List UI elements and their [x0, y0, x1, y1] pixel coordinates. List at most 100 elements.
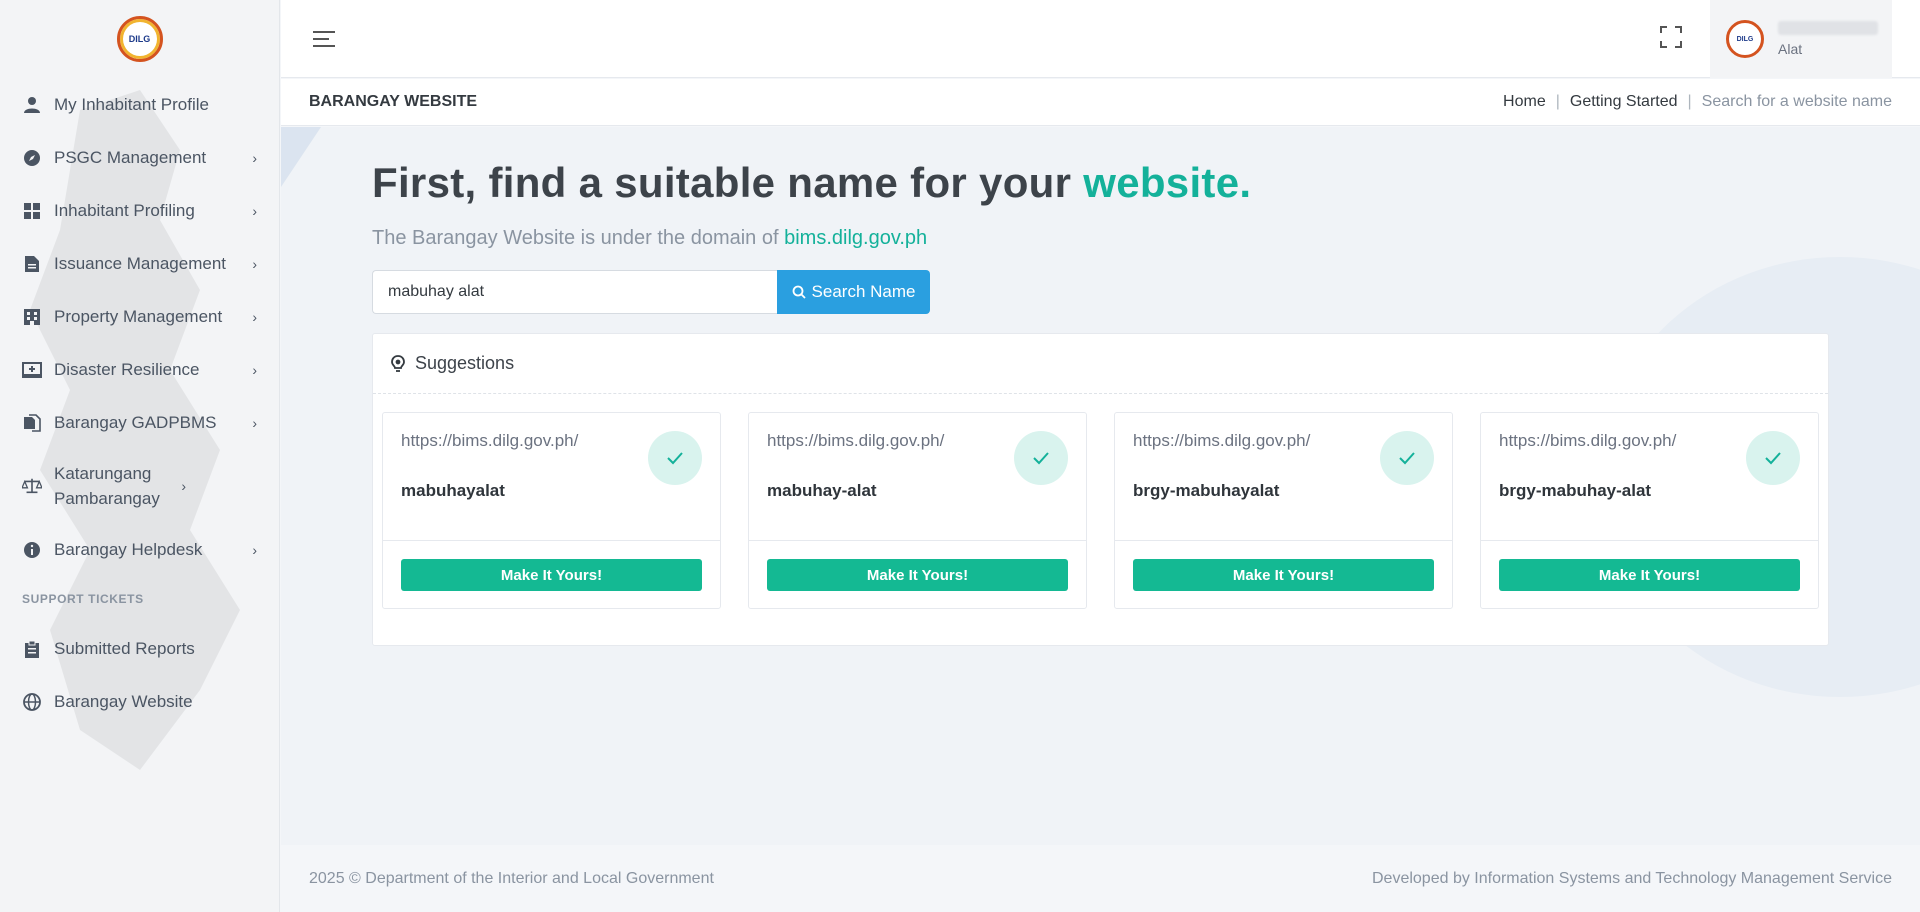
content-area: First, find a suitable name for your web… — [372, 159, 1837, 646]
sidebar-item-disaster-resilience[interactable]: Disaster Resilience › — [0, 343, 279, 396]
breadcrumb-getting-started[interactable]: Getting Started — [1570, 93, 1678, 111]
suggestion-cards: https://bims.dilg.gov.ph/ mabuhayalat Ma… — [373, 394, 1828, 609]
suggestions-panel: Suggestions https://bims.dilg.gov.ph/ ma… — [372, 333, 1829, 646]
search-name-button[interactable]: Search Name — [777, 270, 930, 314]
sidebar-item-inhabitant-profiling[interactable]: Inhabitant Profiling › — [0, 184, 279, 237]
footer: 2025 © Department of the Interior and Lo… — [281, 845, 1920, 912]
sidebar-item-katarungang-pambarangay[interactable]: Katarungang Pambarangay › — [0, 449, 279, 523]
hero-subtitle-text: The Barangay Website is under the domain… — [372, 227, 785, 249]
card-body: https://bims.dilg.gov.ph/ mabuhay-alat — [749, 413, 1086, 541]
corner-decoration — [281, 127, 321, 187]
card-footer: Make It Yours! — [749, 541, 1086, 609]
card-body: https://bims.dilg.gov.ph/ brgy-mabuhayal… — [1115, 413, 1452, 541]
breadcrumb: Home | Getting Started | Search for a we… — [1503, 93, 1892, 111]
document-icon — [22, 254, 42, 274]
card-body: https://bims.dilg.gov.ph/ brgy-mabuhay-a… — [1481, 413, 1818, 541]
avatar-text: DILG — [1736, 35, 1754, 43]
chevron-right-icon: › — [252, 308, 257, 325]
chevron-right-icon: › — [252, 361, 257, 378]
user-subtitle: Alat — [1778, 41, 1803, 57]
sidebar-item-label: Barangay Website — [54, 692, 193, 711]
search-row: Search Name — [372, 270, 1837, 314]
scale-icon — [22, 476, 42, 496]
compass-icon — [22, 148, 42, 168]
hero-title-main: First, find a suitable name for your — [372, 159, 1084, 206]
sidebar-item-barangay-helpdesk[interactable]: Barangay Helpdesk › — [0, 523, 279, 576]
info-icon — [22, 540, 42, 560]
topbar: DILG Alat — [281, 0, 1920, 78]
user-meta: Alat — [1778, 21, 1878, 57]
breadcrumb-current: Search for a website name — [1701, 93, 1892, 110]
sidebar-item-label: Disaster Resilience — [54, 360, 200, 379]
suggestion-card: https://bims.dilg.gov.ph/ brgy-mabuhay-a… — [1480, 412, 1819, 609]
main-content: First, find a suitable name for your web… — [281, 127, 1920, 845]
breadcrumb-separator: | — [1687, 93, 1692, 110]
hero-title: First, find a suitable name for your web… — [372, 159, 1837, 207]
sidebar-item-issuance-management[interactable]: Issuance Management › — [0, 237, 279, 290]
card-body: https://bims.dilg.gov.ph/ mabuhayalat — [383, 413, 720, 541]
card-footer: Make It Yours! — [383, 541, 720, 609]
check-icon — [1746, 431, 1800, 485]
search-button-label: Search Name — [811, 282, 916, 301]
sidebar-item-label: Property Management — [54, 307, 223, 326]
page-title: BARANGAY WEBSITE — [309, 93, 478, 110]
copy-icon — [22, 413, 42, 433]
sidebar-item-submitted-reports[interactable]: Submitted Reports — [0, 622, 279, 675]
breadcrumb-home[interactable]: Home — [1503, 93, 1546, 111]
make-it-yours-button[interactable]: Make It Yours! — [1133, 559, 1434, 591]
make-it-yours-button[interactable]: Make It Yours! — [1499, 559, 1800, 591]
footer-credit: Developed by Information Systems and Tec… — [1372, 869, 1892, 887]
card-name: brgy-mabuhayalat — [1133, 481, 1280, 500]
sidebar-item-label: Submitted Reports — [54, 639, 195, 658]
chevron-right-icon: › — [252, 202, 257, 219]
make-it-yours-button[interactable]: Make It Yours! — [401, 559, 702, 591]
sidebar-item-barangay-website[interactable]: Barangay Website — [0, 675, 279, 728]
chevron-right-icon: › — [181, 478, 186, 494]
hero-subtitle: The Barangay Website is under the domain… — [372, 227, 1837, 250]
chevron-right-icon: › — [252, 255, 257, 272]
hero-subtitle-domain: bims.dilg.gov.ph — [784, 227, 928, 249]
avatar: DILG — [1726, 20, 1764, 58]
breadcrumb-separator: | — [1555, 93, 1560, 110]
dilg-logo[interactable]: DILG — [116, 16, 163, 62]
footer-copyright: 2025 © Department of the Interior and Lo… — [309, 869, 714, 887]
website-name-input[interactable] — [372, 270, 777, 314]
clipboard-icon — [22, 639, 42, 659]
sidebar-item-label: Barangay GADPBMS — [54, 413, 217, 432]
hero-title-accent: website. — [1083, 159, 1252, 206]
user-menu[interactable]: DILG Alat — [1710, 0, 1892, 78]
suggestion-card: https://bims.dilg.gov.ph/ brgy-mabuhayal… — [1114, 412, 1453, 609]
user-name-redacted — [1778, 21, 1878, 35]
suggestion-card: https://bims.dilg.gov.ph/ mabuhay-alat M… — [748, 412, 1087, 609]
card-footer: Make It Yours! — [1115, 541, 1452, 609]
sidebar: DILG My Inhabitant Profile PSGC Manageme… — [0, 0, 280, 912]
card-name: mabuhayalat — [401, 481, 505, 500]
check-icon — [1014, 431, 1068, 485]
make-it-yours-button[interactable]: Make It Yours! — [767, 559, 1068, 591]
sidebar-nav: My Inhabitant Profile PSGC Management › … — [0, 78, 279, 728]
sidebar-item-property-management[interactable]: Property Management › — [0, 290, 279, 343]
sidebar-item-my-inhabitant-profile[interactable]: My Inhabitant Profile — [0, 78, 279, 131]
logo-text: DILG — [128, 34, 151, 44]
sidebar-item-label: Katarungang Pambarangay — [54, 464, 160, 508]
suggestion-card: https://bims.dilg.gov.ph/ mabuhayalat Ma… — [382, 412, 721, 609]
card-name: mabuhay-alat — [767, 481, 877, 500]
sidebar-item-label: My Inhabitant Profile — [54, 95, 209, 114]
sidebar-item-label: Inhabitant Profiling — [54, 201, 195, 220]
chevron-right-icon: › — [252, 149, 257, 166]
sidebar-item-barangay-gadpbms[interactable]: Barangay GADPBMS › — [0, 396, 279, 449]
sidebar-item-psgc-management[interactable]: PSGC Management › — [0, 131, 279, 184]
fullscreen-icon[interactable] — [1660, 26, 1682, 48]
sidebar-item-label: PSGC Management — [54, 148, 207, 167]
check-icon — [648, 431, 702, 485]
search-icon — [792, 285, 806, 299]
subheader: BARANGAY WEBSITE Home | Getting Started … — [281, 79, 1920, 126]
logo-container: DILG — [0, 0, 279, 78]
menu-toggle-icon[interactable] — [313, 24, 343, 54]
sidebar-item-label: Barangay Helpdesk — [54, 540, 203, 559]
monitor-plus-icon — [22, 360, 42, 380]
card-name: brgy-mabuhay-alat — [1499, 481, 1652, 500]
globe-icon — [22, 692, 42, 712]
chevron-right-icon: › — [252, 541, 257, 558]
check-icon — [1380, 431, 1434, 485]
